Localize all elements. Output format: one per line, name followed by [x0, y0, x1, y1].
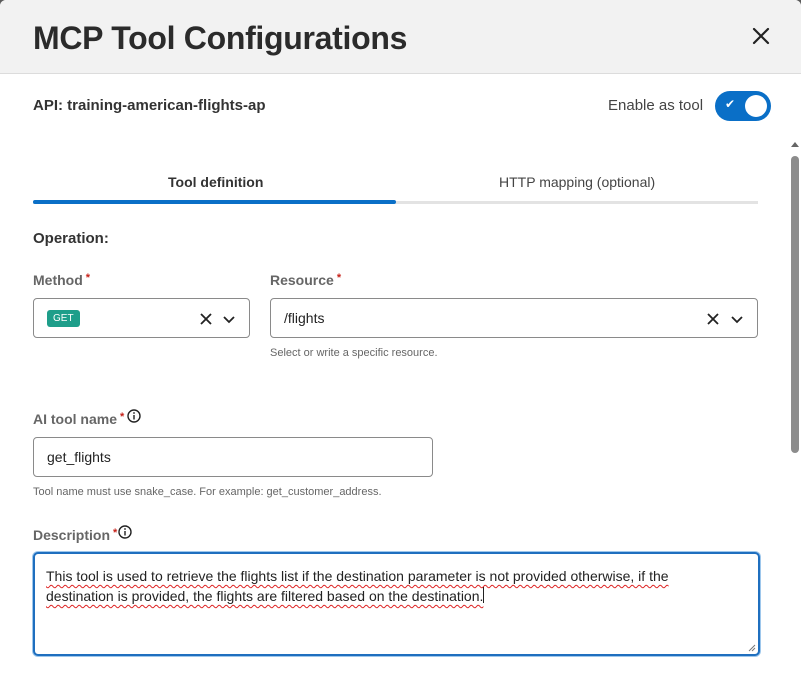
description-text: This tool is used to retrieve the flight… [46, 568, 669, 604]
method-badge: GET [47, 310, 80, 327]
close-icon[interactable] [748, 23, 774, 49]
description-label: Description * [33, 527, 118, 543]
description-textarea[interactable]: This tool is used to retrieve the flight… [33, 552, 760, 656]
scrollbar[interactable] [789, 140, 801, 695]
enable-tool-label: Enable as tool [608, 97, 704, 114]
dialog-title: MCP Tool Configurations [33, 20, 408, 56]
required-marker: * [113, 527, 118, 539]
tool-name-value: get_flights [47, 449, 111, 465]
resize-handle-icon[interactable] [748, 644, 756, 652]
tool-name-label: AI tool name * [33, 411, 125, 427]
scroll-thumb[interactable] [791, 156, 799, 453]
tab-http-mapping[interactable]: HTTP mapping (optional) [499, 174, 655, 190]
scroll-up-arrow-icon[interactable] [791, 142, 799, 147]
clear-icon[interactable] [198, 311, 214, 327]
tab-active-indicator [33, 200, 396, 204]
check-icon: ✔ [725, 97, 736, 111]
required-marker: * [85, 272, 91, 284]
toggle-knob [745, 95, 767, 117]
chevron-down-icon[interactable] [221, 311, 237, 327]
tool-name-input[interactable]: get_flights [33, 437, 433, 477]
resource-value: /flights [284, 310, 325, 326]
api-name: API: training-american-flights-ap [33, 97, 266, 114]
text-caret [483, 587, 485, 603]
dialog-header: MCP Tool Configurations [0, 0, 801, 74]
tool-name-hint: Tool name must use snake_case. For examp… [33, 486, 382, 498]
method-select[interactable]: GET [33, 298, 250, 338]
resource-select[interactable]: /flights [270, 298, 758, 338]
resource-label: Resource * [270, 272, 342, 288]
operation-heading: Operation: [33, 230, 109, 247]
info-icon[interactable] [118, 525, 132, 539]
chevron-down-icon[interactable] [729, 311, 745, 327]
required-marker: * [120, 411, 125, 423]
resource-hint: Select or write a specific resource. [270, 347, 438, 359]
tab-tool-definition[interactable]: Tool definition [168, 174, 263, 190]
enable-tool-toggle[interactable]: ✔ [715, 91, 771, 121]
method-label: Method * [33, 272, 91, 288]
mcp-tool-config-dialog: MCP Tool Configurations API: training-am… [0, 0, 801, 695]
info-icon[interactable] [127, 409, 141, 423]
required-marker: * [336, 272, 342, 284]
clear-icon[interactable] [705, 311, 721, 327]
